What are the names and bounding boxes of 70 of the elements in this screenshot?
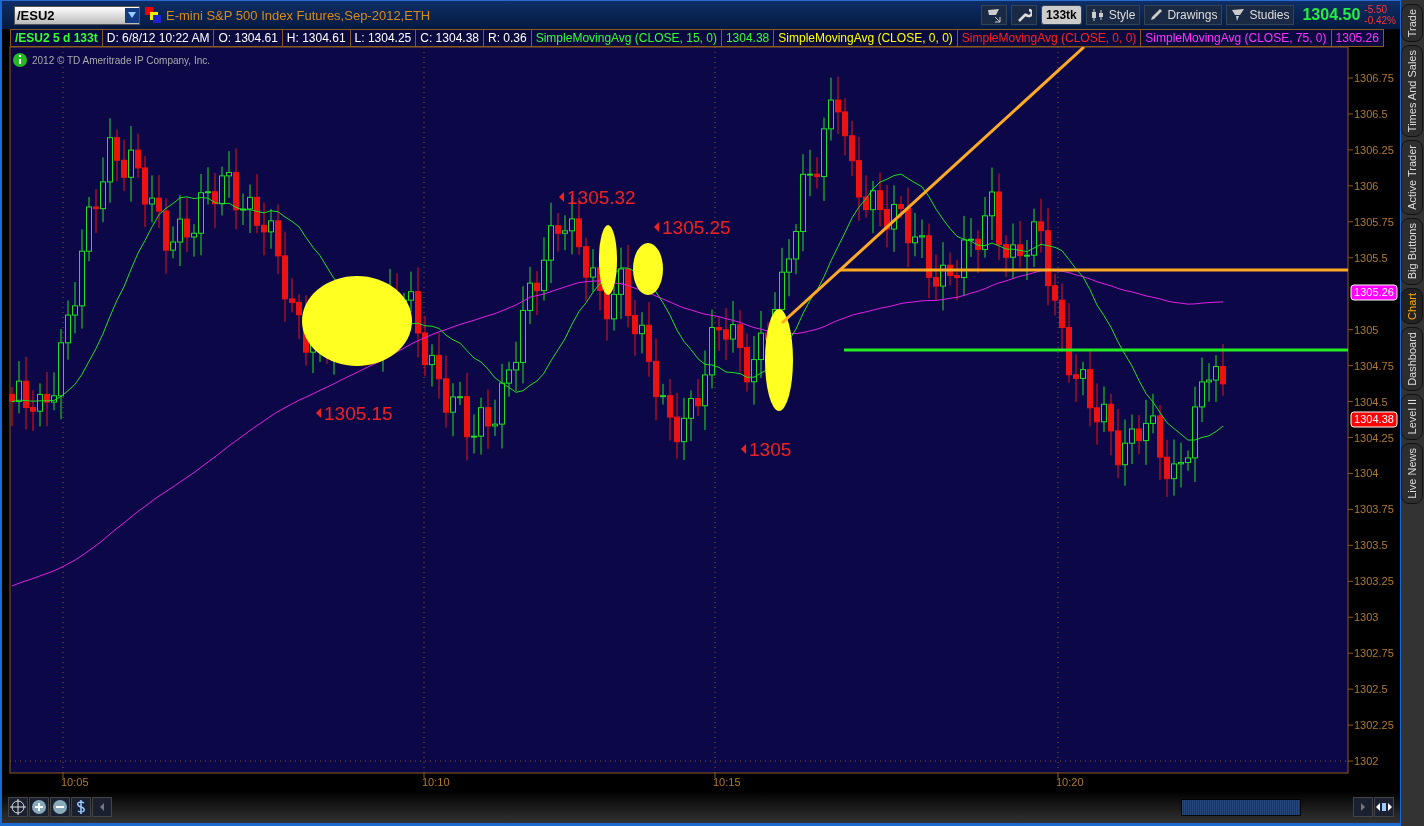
info-cell: /ESU2 5 d 133t xyxy=(10,29,103,47)
x-axis-label: 10:10 xyxy=(422,776,450,788)
wrench-icon[interactable] xyxy=(1011,5,1038,25)
y-axis-label: 1302.75 xyxy=(1354,647,1394,660)
price-annotation: 1305.25 xyxy=(654,217,731,238)
y-axis-label: 1302.5 xyxy=(1354,683,1388,696)
y-axis-label: 1304 xyxy=(1354,467,1379,480)
side-tab[interactable]: Active Trader xyxy=(1401,140,1423,216)
y-axis-label: 1302 xyxy=(1354,755,1379,768)
percent-change: -0.42% xyxy=(1364,15,1396,26)
info-cell: SimpleMovingAvg (CLOSE, 0, 0) xyxy=(774,29,958,47)
x-axis-label: 10:20 xyxy=(1056,776,1084,788)
symbol-field[interactable]: /ESU2 xyxy=(14,5,140,25)
crosshair-icon[interactable] xyxy=(8,797,28,817)
scroll-left-icon[interactable] xyxy=(92,797,112,817)
zoom-out-icon[interactable] xyxy=(50,797,70,817)
toolbar-button[interactable]: Style xyxy=(1085,5,1141,25)
side-tab[interactable]: Chart xyxy=(1401,287,1423,325)
y-axis-label: 1306.5 xyxy=(1354,107,1388,120)
x-axis-label: 10:15 xyxy=(713,776,741,788)
info-icon[interactable] xyxy=(13,53,27,67)
price-annotation: 1305.15 xyxy=(316,403,393,424)
scroll-right-icon[interactable] xyxy=(1353,797,1373,817)
squares-icon[interactable] xyxy=(144,6,162,24)
fit-width-icon[interactable] xyxy=(1374,797,1394,817)
funnel-icon xyxy=(1231,8,1246,22)
x-axis-label: 10:05 xyxy=(61,776,89,788)
toolbar-button[interactable]: 133tk xyxy=(1041,5,1082,25)
instrument-title: E-mini S&P 500 Index Futures,Sep-2012,ETH xyxy=(166,7,431,23)
y-axis-label: 1303.75 xyxy=(1354,503,1394,516)
y-axis-label: 1303.5 xyxy=(1354,539,1388,552)
side-tab[interactable]: Dashboard xyxy=(1401,327,1423,392)
info-cell: D: 6/8/12 10:22 AM xyxy=(102,29,215,47)
y-axis-label: 1303 xyxy=(1354,611,1379,624)
copyright-text: 2012 © TD Ameritrade IP Company, Inc. xyxy=(32,55,210,66)
price-annotation: 1305.32 xyxy=(559,187,636,208)
info-cell: SimpleMovingAvg (CLOSE, 75, 0) xyxy=(1141,29,1332,47)
y-axis-label: 1306 xyxy=(1354,179,1379,192)
y-axis-label: 1304.25 xyxy=(1354,431,1394,444)
candlestick-icon xyxy=(1090,8,1105,22)
side-tab[interactable]: Times And Sales xyxy=(1401,45,1423,138)
highlight-ellipse xyxy=(599,225,617,295)
side-tab[interactable]: Big Buttons xyxy=(1401,218,1423,285)
info-cell: SimpleMovingAvg (CLOSE, 0, 0) xyxy=(957,29,1142,47)
highlight-ellipse xyxy=(633,243,663,295)
y-axis-label: 1305 xyxy=(1354,323,1379,336)
y-axis-label: 1305.75 xyxy=(1354,215,1394,228)
last-price: 1304.50 xyxy=(1302,6,1361,24)
dropdown-icon[interactable] xyxy=(125,7,139,23)
price-label-text: 1304.38 xyxy=(1354,413,1394,425)
y-axis-label: 1303.25 xyxy=(1354,575,1394,588)
y-axis-label: 1304.5 xyxy=(1354,395,1388,408)
y-axis-label: 1306.25 xyxy=(1354,143,1394,156)
info-cell: SimpleMovingAvg (CLOSE, 15, 0) xyxy=(531,29,722,47)
y-axis-label: 1302.25 xyxy=(1354,719,1394,732)
dollar-icon[interactable] xyxy=(71,797,91,817)
side-tab[interactable]: Trade xyxy=(1401,4,1423,43)
price-label-text: 1305.26 xyxy=(1354,286,1394,298)
toolbar-button[interactable]: Drawings xyxy=(1144,5,1223,25)
pencil-icon xyxy=(1149,8,1164,22)
price-annotation: 1305 xyxy=(741,439,792,460)
y-axis-label: 1304.75 xyxy=(1354,359,1394,372)
toolbar-button[interactable]: Studies xyxy=(1226,5,1295,25)
side-tab[interactable]: Live News xyxy=(1401,442,1423,504)
side-tab[interactable]: Level II xyxy=(1401,394,1423,440)
price-change: -5.50 xyxy=(1364,4,1389,15)
scrollbar-thumb[interactable] xyxy=(1181,798,1301,816)
zoom-in-icon[interactable] xyxy=(29,797,49,817)
y-axis-label: 1305.5 xyxy=(1354,251,1388,264)
y-axis-label: 1306.75 xyxy=(1354,72,1394,84)
